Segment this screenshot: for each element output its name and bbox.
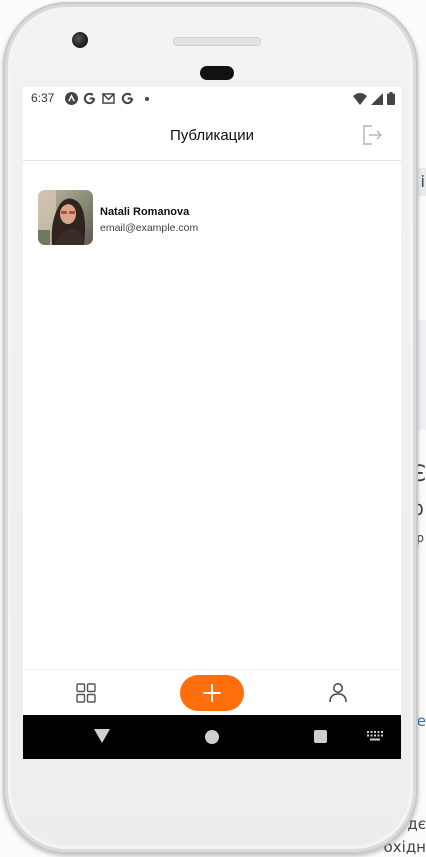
phone-screen: 6:37 Публикации Natali Romanova email@ex… <box>23 87 401 759</box>
user-profile-card[interactable]: Natali Romanova email@example.com <box>38 190 338 246</box>
gmail-icon <box>101 91 116 106</box>
tab-profile[interactable] <box>327 681 349 703</box>
system-status-icons <box>353 92 395 105</box>
back-triangle-icon[interactable] <box>94 729 110 743</box>
wifi-icon <box>353 92 367 105</box>
app-bar: Публикации <box>23 111 401 161</box>
google-icon <box>120 91 135 106</box>
front-camera <box>72 32 88 48</box>
status-time: 6:37 <box>31 91 55 105</box>
background-text: i <box>420 172 425 191</box>
top-speaker-grille <box>173 37 261 46</box>
earpiece <box>200 66 234 80</box>
avatar <box>38 190 93 245</box>
logout-button[interactable] <box>361 124 383 146</box>
user-photo <box>38 190 93 245</box>
plus-icon <box>203 684 221 702</box>
keyboard-icon[interactable] <box>367 731 383 742</box>
recents-square-icon[interactable] <box>314 730 327 743</box>
page-title: Публикации <box>169 127 255 144</box>
bottom-tab-bar <box>23 669 401 716</box>
battery-icon <box>387 92 395 105</box>
add-post-button[interactable] <box>180 675 244 711</box>
background-text: е <box>416 712 426 730</box>
signal-icon <box>371 92 383 105</box>
google-icon <box>82 91 97 106</box>
person-icon <box>329 683 347 703</box>
android-studio-icon <box>65 92 78 105</box>
user-email: email@example.com <box>100 222 199 234</box>
grid-icon <box>76 683 96 703</box>
home-circle-icon[interactable] <box>205 730 219 744</box>
user-name: Natali Romanova <box>100 206 190 218</box>
tab-feed[interactable] <box>75 682 97 704</box>
logout-icon <box>363 125 382 145</box>
more-notifications-dot-icon <box>145 96 149 101</box>
notification-icons <box>65 91 149 106</box>
status-bar: 6:37 <box>23 87 401 111</box>
system-navigation-bar <box>23 715 401 759</box>
